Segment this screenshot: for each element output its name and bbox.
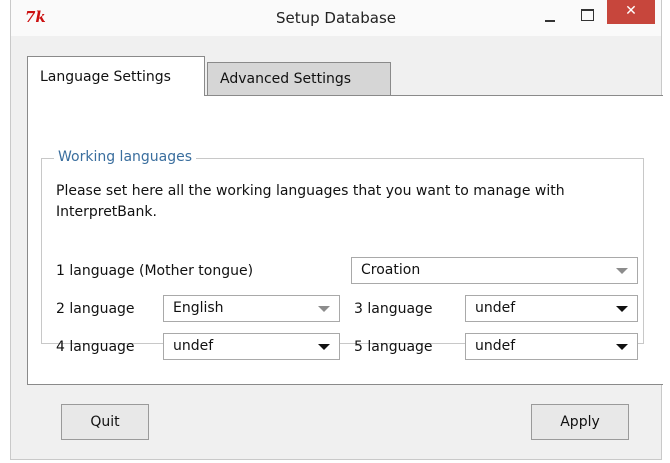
minimize-icon[interactable] [537, 4, 563, 28]
close-button[interactable]: ✕ [607, 0, 655, 24]
chevron-down-icon [616, 268, 628, 274]
language-1-value: Croation [361, 262, 421, 278]
language-2-combobox[interactable]: English [163, 295, 340, 322]
tab-language-settings[interactable]: Language Settings [27, 56, 205, 96]
language-5-label: 5 language [354, 339, 433, 355]
language-3-combobox[interactable]: undef [465, 295, 638, 322]
apply-button[interactable]: Apply [531, 404, 629, 440]
setup-database-window: 7k Setup Database ✕ Language Settings Ad… [10, 0, 663, 460]
chevron-down-icon [318, 306, 330, 312]
working-languages-group: Working languages Please set here all th… [41, 149, 644, 360]
chevron-down-icon [318, 344, 330, 350]
window-title: Setup Database [276, 9, 396, 27]
group-legend: Working languages [54, 149, 197, 165]
language-1-combobox[interactable]: Croation [351, 257, 638, 284]
language-2-value: English [173, 300, 224, 316]
language-4-value: undef [173, 338, 214, 354]
language-2-label: 2 language [56, 301, 135, 317]
maximize-icon[interactable] [574, 4, 600, 28]
chevron-down-icon [616, 344, 628, 350]
language-settings-panel: Working languages Please set here all th… [27, 95, 663, 385]
language-1-label: 1 language (Mother tongue) [56, 263, 254, 279]
language-5-value: undef [475, 338, 516, 354]
close-icon: ✕ [625, 3, 637, 19]
language-5-combobox[interactable]: undef [465, 333, 638, 360]
language-3-value: undef [475, 300, 516, 316]
quit-button[interactable]: Quit [61, 404, 149, 440]
tab-advanced-settings[interactable]: Advanced Settings [207, 62, 391, 96]
language-3-label: 3 language [354, 301, 433, 317]
title-bar[interactable]: 7k Setup Database ✕ [11, 0, 661, 36]
instruction-text: Please set here all the working language… [56, 183, 565, 220]
language-4-label: 4 language [56, 339, 135, 355]
chevron-down-icon [616, 306, 628, 312]
language-4-combobox[interactable]: undef [163, 333, 340, 360]
